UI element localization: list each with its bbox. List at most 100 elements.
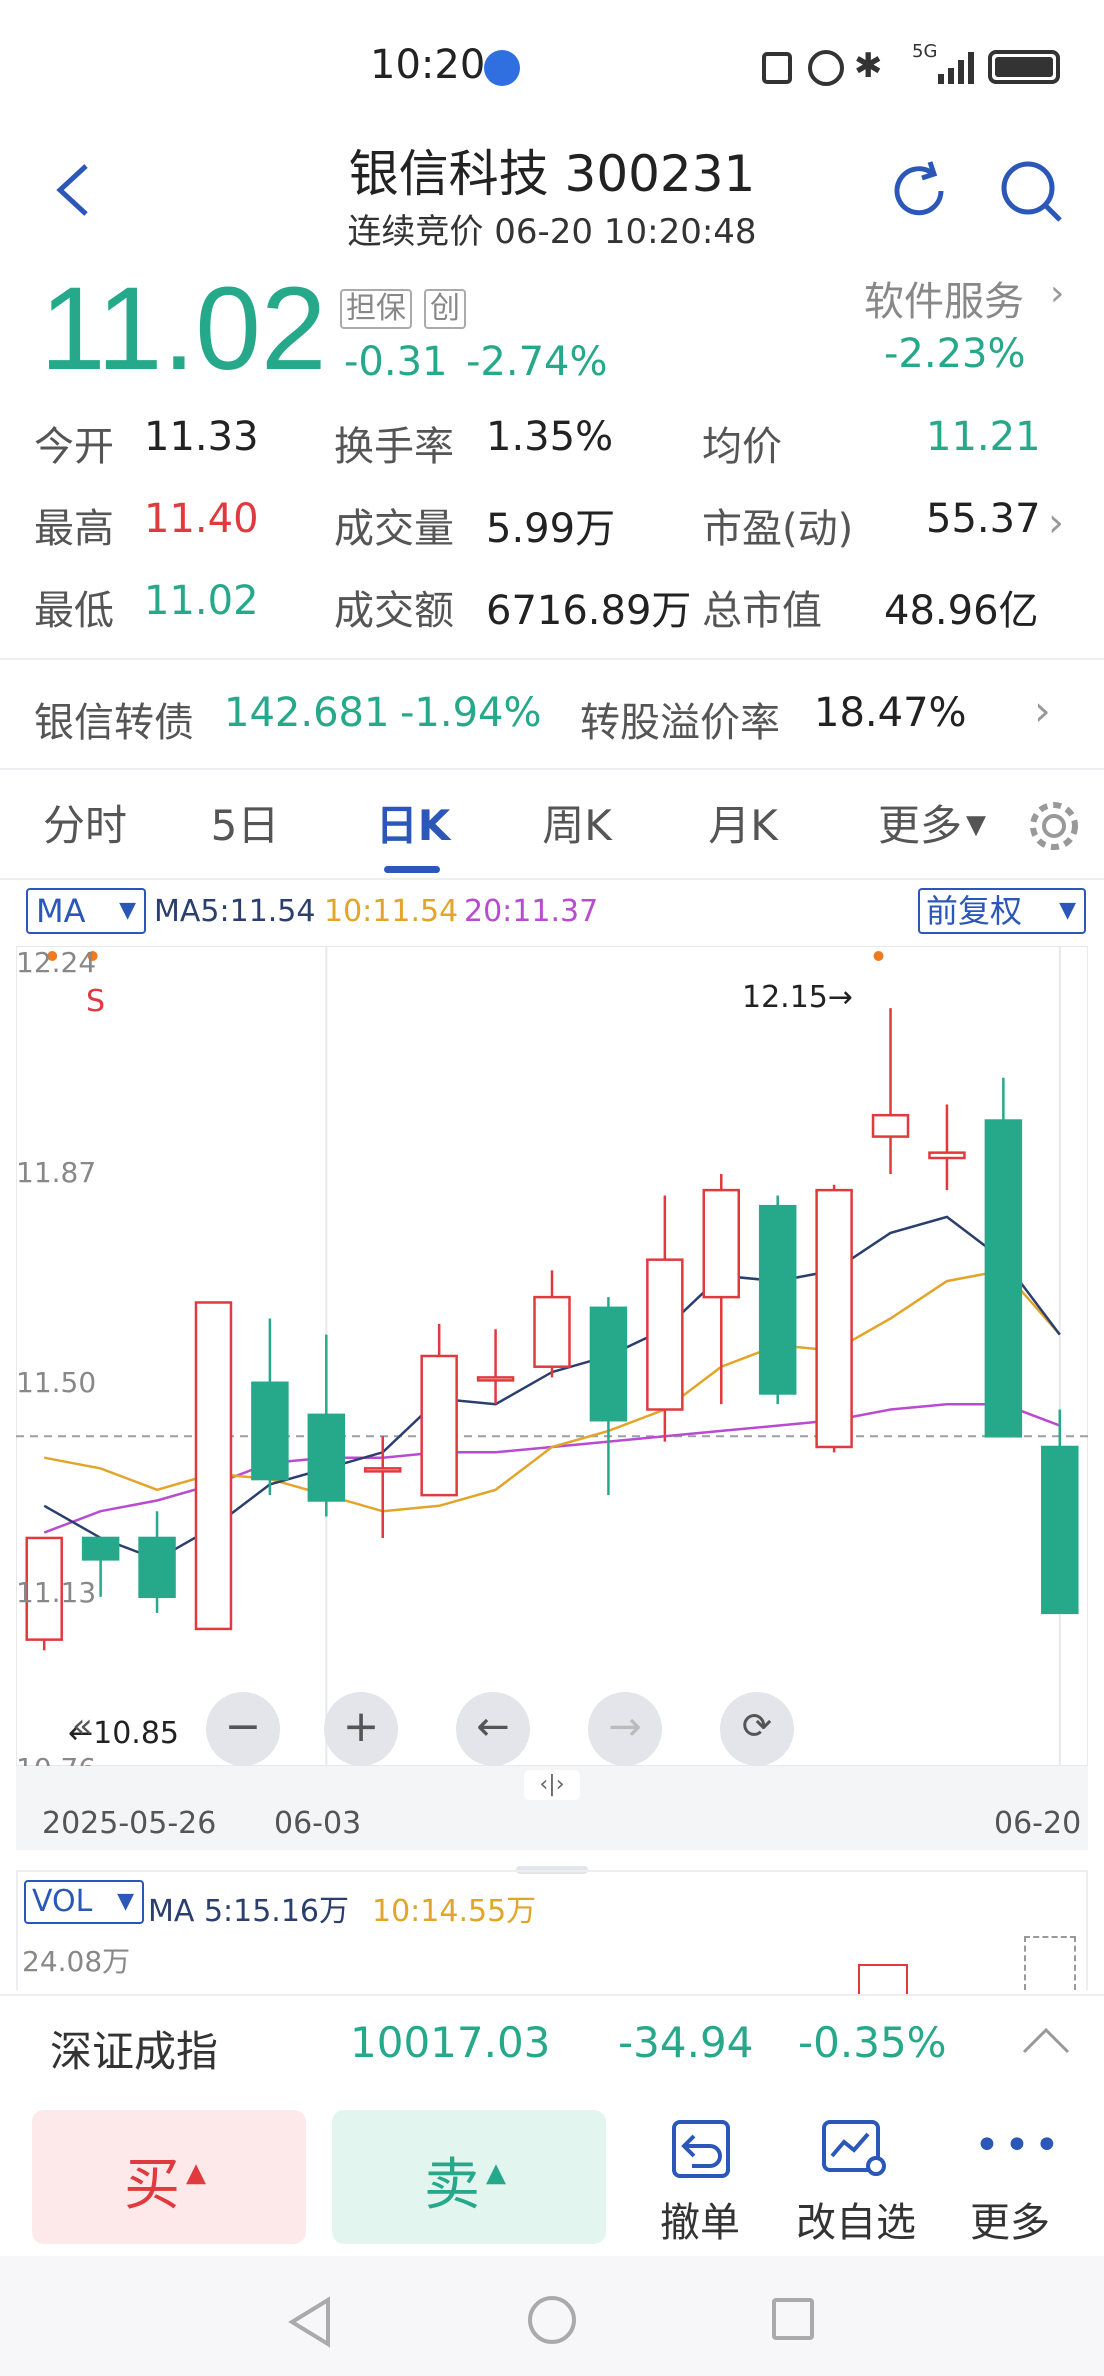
- stat-label: 最低: [34, 588, 114, 634]
- volume-bar: [858, 1964, 908, 1994]
- stat-value: 1.35%: [486, 414, 614, 460]
- tab-more[interactable]: 更多: [870, 792, 970, 853]
- search-icon[interactable]: [998, 158, 1064, 224]
- vol-max-label: 24.08万: [22, 1945, 131, 1978]
- ma-select[interactable]: MA ▼: [26, 888, 146, 934]
- sector-link[interactable]: 软件服务: [864, 269, 1024, 327]
- candle-body: [758, 1204, 797, 1395]
- price-change: -0.31: [344, 339, 448, 385]
- battery-icon: [988, 50, 1060, 84]
- caret-up-icon: ▲: [186, 2158, 206, 2188]
- bluetooth-vibrate-icon: ✱: [854, 46, 883, 86]
- ma20-label: 20:11.37: [464, 894, 599, 929]
- nav-home-icon[interactable]: [528, 2296, 576, 2344]
- nav-recents-icon[interactable]: [772, 2298, 814, 2340]
- cancel-order-button[interactable]: 撤单: [640, 2110, 760, 2250]
- x-axis-label: 06-03: [274, 1806, 362, 1841]
- tab-intraday[interactable]: 分时: [30, 792, 140, 853]
- sell-label: 卖: [424, 2153, 480, 2218]
- drag-handle-icon[interactable]: ‹|›: [524, 1770, 580, 1800]
- chart-tabs: 分时 5日 日K 周K 月K 更多 ▼: [0, 770, 1104, 880]
- badge-chinext: 创: [424, 289, 466, 329]
- ma10-label: 10:11.54: [324, 894, 459, 929]
- scroll-left-button[interactable]: ←: [456, 1692, 530, 1766]
- candle-body: [138, 1536, 176, 1599]
- tab-daily-k[interactable]: 日K: [358, 792, 468, 853]
- rotate-screen-button[interactable]: ⟳: [720, 1692, 794, 1766]
- caret-down-icon: ▼: [966, 810, 986, 840]
- stat-value: 55.37: [926, 496, 1041, 542]
- kline-chart-area[interactable]: MA ▼ MA5:11.54 10:11.54 20:11.37 前复权 ▼ 12.…: [16, 880, 1088, 1994]
- stat-label: 最高: [34, 506, 114, 552]
- ma5-label: MA5:11.54: [154, 894, 316, 929]
- back-icon[interactable]: [46, 160, 106, 220]
- caret-down-icon: ▼: [119, 898, 136, 923]
- chevron-right-icon: ›: [1050, 273, 1065, 314]
- vol-ma5-label: MA 5:15.16万: [148, 1894, 350, 1929]
- convertible-bond-row[interactable]: 银信转债 142.681 -1.94% 转股溢价率 18.47% ›: [0, 662, 1104, 768]
- more-button[interactable]: ••• 更多: [950, 2110, 1070, 2250]
- stat-label: 换手率: [334, 424, 454, 470]
- stat-value: 11.40: [144, 496, 259, 542]
- candle-body: [533, 1295, 571, 1368]
- tab-5day[interactable]: 5日: [190, 792, 300, 853]
- settings-gear-icon[interactable]: [1026, 798, 1082, 854]
- candle-body: [420, 1354, 458, 1497]
- stat-value: 5.99万: [486, 506, 616, 552]
- candle-body: [871, 1113, 910, 1138]
- volume-bar-current: [1024, 1936, 1076, 1990]
- stat-label: 成交额: [334, 588, 454, 634]
- candle-body: [194, 1301, 233, 1631]
- candle-body: [928, 1151, 966, 1160]
- zoom-out-button[interactable]: −: [206, 1692, 280, 1766]
- edit-watchlist-icon: [820, 2118, 890, 2180]
- adjust-select[interactable]: 前复权 ▼: [918, 888, 1086, 934]
- y-axis-label: 11.50: [16, 1366, 97, 1399]
- refresh-icon[interactable]: [886, 158, 952, 224]
- scroll-right-button[interactable]: →: [588, 1692, 662, 1766]
- sell-button[interactable]: 卖 ▲: [332, 2110, 606, 2244]
- stat-label: 今开: [34, 424, 114, 470]
- y-axis-label: 12.24: [16, 946, 97, 979]
- jump-start-icon[interactable]: «: [72, 1706, 93, 1746]
- tab-weekly-k[interactable]: 周K: [522, 792, 632, 853]
- index-ticker-bar[interactable]: 深证成指 10017.03 -34.94 -0.35%: [0, 1994, 1104, 2094]
- divider: [0, 658, 1104, 660]
- edit-watchlist-button[interactable]: 改自选: [790, 2110, 920, 2250]
- signal-icon: [938, 48, 978, 86]
- candle-body: [363, 1467, 402, 1473]
- candle-body: [307, 1413, 346, 1502]
- stat-value: 11.21: [926, 414, 1041, 460]
- trade-action-bar: 买 ▲ 卖 ▲ 撤单 改自选 ••• 更多: [0, 2096, 1104, 2256]
- bond-price: 142.681: [224, 690, 390, 736]
- candle-body: [646, 1258, 684, 1411]
- bond-pct: -1.94%: [400, 690, 542, 736]
- candle-body: [589, 1306, 628, 1422]
- vol-select[interactable]: VOL ▼: [24, 1880, 144, 1924]
- nav-back-icon[interactable]: [286, 2296, 336, 2348]
- price-change-pct: -2.74%: [466, 339, 608, 385]
- bond-premium: 18.47%: [814, 690, 967, 736]
- buy-button[interactable]: 买 ▲: [32, 2110, 306, 2244]
- index-pct: -0.35%: [798, 2018, 947, 2067]
- current-price: 11.02: [40, 263, 327, 395]
- caret-down-icon: ▼: [1059, 898, 1076, 923]
- cancel-order-icon: [670, 2118, 732, 2180]
- more-dots-icon: •••: [974, 2120, 1064, 2171]
- tab-monthly-k[interactable]: 月K: [688, 792, 798, 853]
- stats-expand-icon[interactable]: ›: [1048, 500, 1064, 546]
- caret-down-icon: ▼: [117, 1889, 134, 1914]
- chevron-up-icon[interactable]: [1020, 2020, 1072, 2060]
- zoom-in-button[interactable]: +: [324, 1692, 398, 1766]
- page-title: 银信科技 300231: [348, 145, 756, 203]
- index-value: 10017.03: [350, 2018, 551, 2067]
- candle-body: [984, 1119, 1023, 1438]
- status-bar: 10:20 ✱ 5G: [0, 0, 1104, 130]
- stat-label: 总市值: [702, 588, 822, 634]
- vol-select-label: VOL: [32, 1884, 93, 1919]
- x-axis-label: 2025-05-26: [42, 1806, 217, 1841]
- network-label: 5G: [912, 41, 938, 62]
- stat-value: 11.02: [144, 578, 259, 624]
- bond-premium-label: 转股溢价率: [580, 700, 780, 746]
- index-name: 深证成指: [50, 2027, 219, 2076]
